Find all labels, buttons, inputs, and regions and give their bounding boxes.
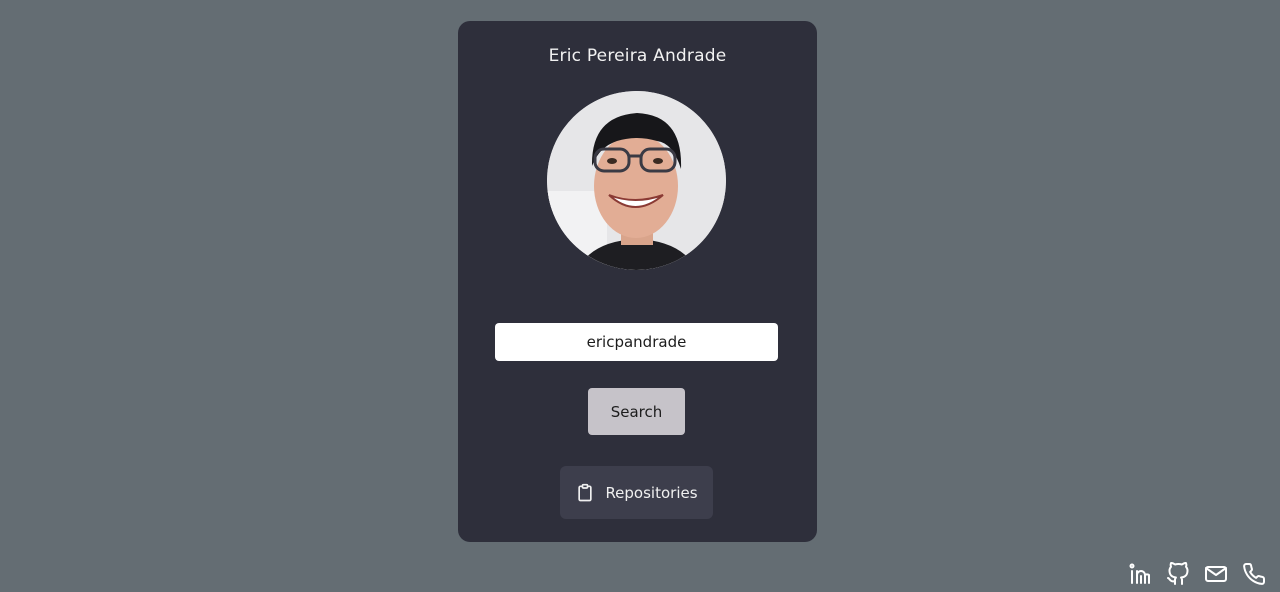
clipboard-icon	[575, 483, 595, 503]
github-icon	[1167, 562, 1189, 585]
social-links	[1128, 562, 1266, 586]
phone-icon	[1243, 563, 1266, 585]
profile-card: Eric Pereira Andrade Search	[458, 21, 817, 542]
github-link[interactable]	[1166, 562, 1190, 586]
profile-name: Eric Pereira Andrade	[548, 46, 727, 66]
phone-link[interactable]	[1242, 562, 1266, 586]
search-button[interactable]: Search	[588, 388, 685, 435]
username-search-input[interactable]	[495, 323, 778, 361]
avatar	[547, 91, 726, 270]
repositories-button[interactable]: Repositories	[560, 466, 713, 519]
avatar-photo	[547, 91, 726, 270]
mail-link[interactable]	[1204, 562, 1228, 586]
mail-icon	[1205, 566, 1227, 582]
repositories-label: Repositories	[605, 483, 698, 502]
linkedin-link[interactable]	[1128, 562, 1152, 586]
search-button-label: Search	[610, 402, 663, 421]
linkedin-icon	[1129, 563, 1150, 584]
